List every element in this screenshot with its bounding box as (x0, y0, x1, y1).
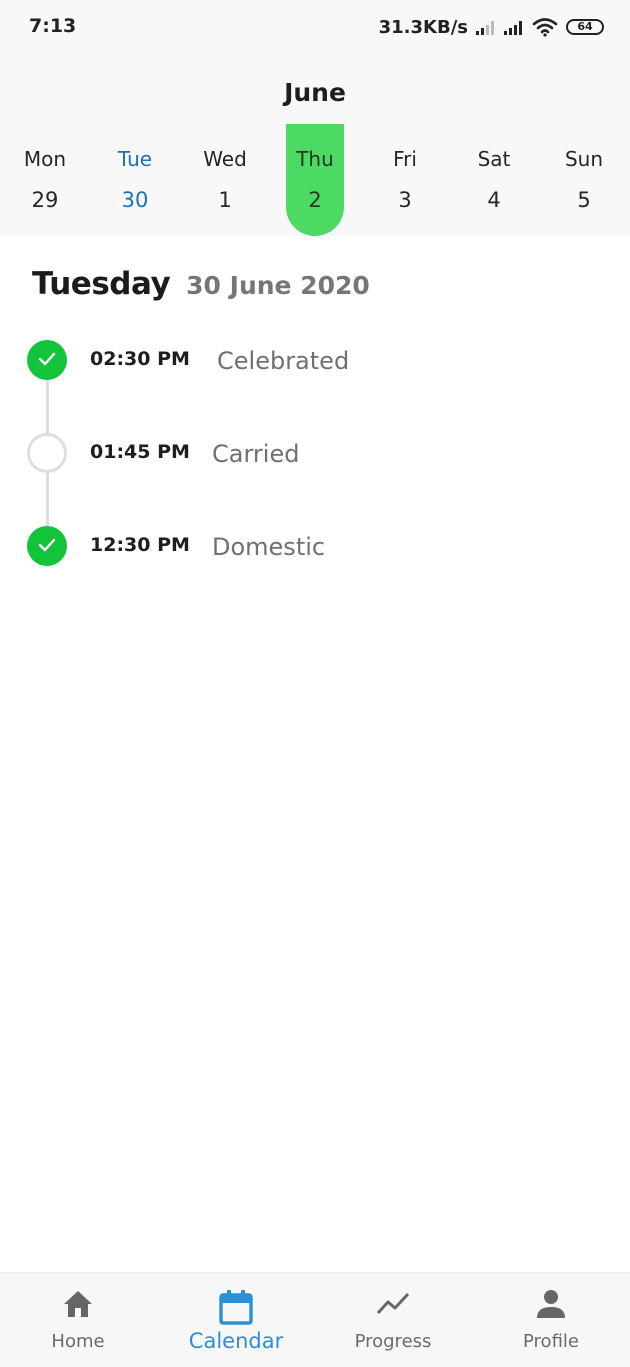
day-name: Wed (203, 147, 247, 171)
day-name: Thu (296, 147, 334, 171)
nav-label: Profile (523, 1331, 579, 1352)
status-bar: 7:13 31.3KB/s 64 (0, 0, 630, 56)
day-number: 3 (398, 188, 412, 212)
full-date: 30 June 2020 (186, 271, 370, 300)
entry-time: 12:30 PM (90, 534, 190, 556)
progress-icon (376, 1292, 410, 1315)
entry-time: 02:30 PM (90, 348, 190, 370)
nav-progress[interactable]: Progress (323, 1273, 463, 1367)
calendar-header: June Mon 29 Tue 30 Wed 1 Thu 2 Fri 3 Sat… (0, 56, 630, 236)
day-name: Mon (23, 147, 67, 171)
timeline: 02:30 PM Celebrated 01:45 PM Carried 12:… (0, 330, 630, 590)
timeline-entry[interactable]: 12:30 PM Domestic (0, 517, 630, 567)
day-number: 2 (308, 188, 322, 212)
signal-icon (504, 21, 522, 35)
day-number: 4 (487, 188, 501, 212)
day-sun[interactable]: Sun 5 (554, 124, 614, 236)
day-name: Fri (393, 147, 417, 171)
month-title: June (284, 78, 346, 107)
signal-icon (476, 21, 494, 35)
day-number: 30 (121, 188, 149, 212)
nav-label: Home (51, 1331, 105, 1352)
pending-circle-icon[interactable] (27, 433, 67, 473)
nav-profile[interactable]: Profile (481, 1273, 621, 1367)
day-thu[interactable]: Thu 2 (285, 124, 345, 236)
profile-icon (537, 1290, 565, 1318)
wifi-icon (532, 18, 558, 37)
nav-home[interactable]: Home (8, 1273, 148, 1367)
bottom-navigation: Home Calendar Progress Profile (0, 1272, 630, 1367)
entry-label: Celebrated (217, 347, 350, 375)
completed-check-icon[interactable] (27, 526, 67, 566)
day-sat[interactable]: Sat 4 (464, 124, 524, 236)
day-wed[interactable]: Wed 1 (195, 124, 255, 236)
weekday-title: Tuesday (32, 266, 171, 302)
completed-check-icon[interactable] (27, 340, 67, 380)
entry-time: 01:45 PM (90, 441, 190, 463)
nav-label: Calendar (188, 1329, 284, 1353)
timeline-entry[interactable]: 01:45 PM Carried (0, 424, 630, 474)
day-fri[interactable]: Fri 3 (375, 124, 435, 236)
day-name: Tue (117, 147, 153, 171)
battery-icon: 64 (566, 19, 604, 35)
home-icon (64, 1291, 92, 1317)
date-heading: Tuesday 30 June 2020 (32, 266, 370, 302)
status-indicators: 31.3KB/s 64 (379, 14, 604, 40)
calendar-icon (219, 1290, 253, 1325)
day-number: 1 (218, 188, 232, 212)
day-tue[interactable]: Tue 30 (105, 124, 165, 236)
day-number: 29 (31, 188, 59, 212)
network-speed: 31.3KB/s (378, 16, 468, 38)
selected-day-highlight (286, 124, 344, 236)
day-name: Sun (564, 147, 604, 171)
day-name: Sat (477, 147, 511, 171)
week-strip: Mon 29 Tue 30 Wed 1 Thu 2 Fri 3 Sat 4 Su… (0, 124, 630, 236)
entry-label: Carried (212, 440, 300, 468)
day-number: 5 (577, 188, 591, 212)
status-time: 7:13 (29, 15, 77, 37)
entry-label: Domestic (212, 533, 326, 561)
nav-calendar[interactable]: Calendar (166, 1273, 306, 1367)
nav-label: Progress (354, 1331, 432, 1352)
day-mon[interactable]: Mon 29 (15, 124, 75, 236)
timeline-entry[interactable]: 02:30 PM Celebrated (0, 331, 630, 381)
